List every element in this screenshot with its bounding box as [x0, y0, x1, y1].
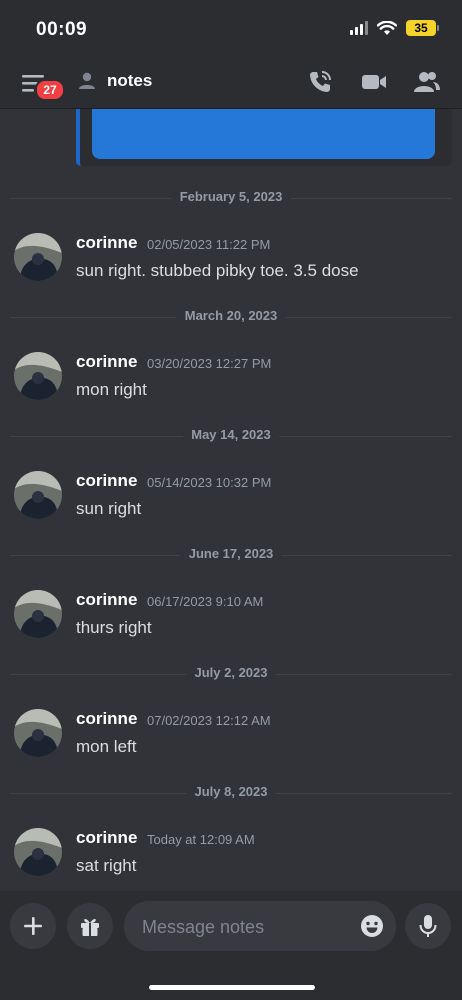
message-author[interactable]: corinne — [76, 828, 137, 848]
cellular-signal-icon — [350, 21, 368, 35]
avatar[interactable] — [14, 828, 62, 876]
add-attachment-button[interactable] — [10, 903, 56, 949]
message-input[interactable] — [140, 901, 344, 953]
battery-icon: 35 — [406, 20, 439, 36]
date-divider: February 5, 2023 — [10, 189, 452, 207]
message-text: thurs right — [76, 618, 152, 637]
wifi-icon — [377, 20, 397, 35]
phone-call-icon[interactable] — [306, 68, 334, 96]
message-timestamp: Today at 12:09 AM — [147, 832, 255, 847]
message-input-box[interactable] — [124, 901, 396, 953]
avatar[interactable] — [14, 233, 62, 281]
channel-header: 27 notes — [0, 58, 462, 109]
microphone-icon — [419, 915, 437, 937]
message-item[interactable]: corinne 02/05/2023 11:22 PM sun right. s… — [0, 233, 462, 293]
date-divider-label: May 14, 2023 — [183, 427, 279, 442]
unread-badge: 27 — [35, 79, 65, 101]
message-author[interactable]: corinne — [76, 233, 137, 253]
message-list[interactable]: February 5, 2023 corinne 02/05/2023 11:2… — [0, 109, 462, 891]
gift-button[interactable] — [67, 903, 113, 949]
gift-icon — [81, 918, 99, 936]
members-icon[interactable] — [413, 68, 441, 96]
message-timestamp: 02/05/2023 11:22 PM — [147, 237, 271, 252]
message-timestamp: 05/14/2023 10:32 PM — [147, 475, 272, 490]
plus-icon — [24, 917, 42, 935]
message-text: mon left — [76, 737, 137, 756]
embed-image[interactable] — [92, 109, 435, 159]
message-author[interactable]: corinne — [76, 471, 137, 491]
voice-message-button[interactable] — [405, 903, 451, 949]
home-indicator[interactable] — [149, 985, 315, 990]
avatar[interactable] — [14, 590, 62, 638]
date-divider-label: June 17, 2023 — [180, 546, 282, 561]
date-divider: May 14, 2023 — [10, 427, 452, 445]
message-item[interactable]: corinne 07/02/2023 12:12 AM mon left — [0, 709, 462, 769]
emoji-icon[interactable] — [360, 914, 384, 938]
message-author[interactable]: corinne — [76, 352, 137, 372]
date-divider: July 2, 2023 — [10, 665, 452, 683]
date-divider: June 17, 2023 — [10, 546, 452, 564]
message-composer — [0, 891, 462, 1000]
message-text: sun right. stubbed pibky toe. 3.5 dose — [76, 261, 359, 280]
status-bar: 00:09 35 — [0, 0, 462, 58]
date-divider-label: July 2, 2023 — [186, 665, 276, 680]
message-timestamp: 06/17/2023 9:10 AM — [147, 594, 264, 609]
avatar[interactable] — [14, 471, 62, 519]
message-author[interactable]: corinne — [76, 709, 137, 729]
date-divider-label: March 20, 2023 — [176, 308, 286, 323]
avatar[interactable] — [14, 352, 62, 400]
person-icon — [79, 72, 95, 89]
avatar[interactable] — [14, 709, 62, 757]
video-camera-icon[interactable] — [360, 68, 388, 96]
message-timestamp: 03/20/2023 12:27 PM — [147, 356, 272, 371]
message-item[interactable]: corinne Today at 12:09 AM sat right — [0, 828, 462, 888]
message-item[interactable]: corinne 03/20/2023 12:27 PM mon right — [0, 352, 462, 412]
date-divider-label: July 8, 2023 — [186, 784, 276, 799]
message-text: sun right — [76, 499, 142, 518]
message-item[interactable]: corinne 05/14/2023 10:32 PM sun right — [0, 471, 462, 531]
message-author[interactable]: corinne — [76, 590, 137, 610]
message-text: sat right — [76, 856, 137, 875]
message-item[interactable]: corinne 06/17/2023 9:10 AM thurs right — [0, 590, 462, 650]
status-time: 00:09 — [36, 19, 88, 40]
message-text: mon right — [76, 380, 147, 399]
date-divider: July 8, 2023 — [10, 784, 452, 802]
date-divider-label: February 5, 2023 — [171, 189, 291, 204]
date-divider: March 20, 2023 — [10, 308, 452, 326]
channel-title: notes — [107, 71, 153, 90]
message-timestamp: 07/02/2023 12:12 AM — [147, 713, 271, 728]
menu-button[interactable]: 27 — [18, 68, 65, 101]
message-embed[interactable] — [76, 109, 452, 166]
